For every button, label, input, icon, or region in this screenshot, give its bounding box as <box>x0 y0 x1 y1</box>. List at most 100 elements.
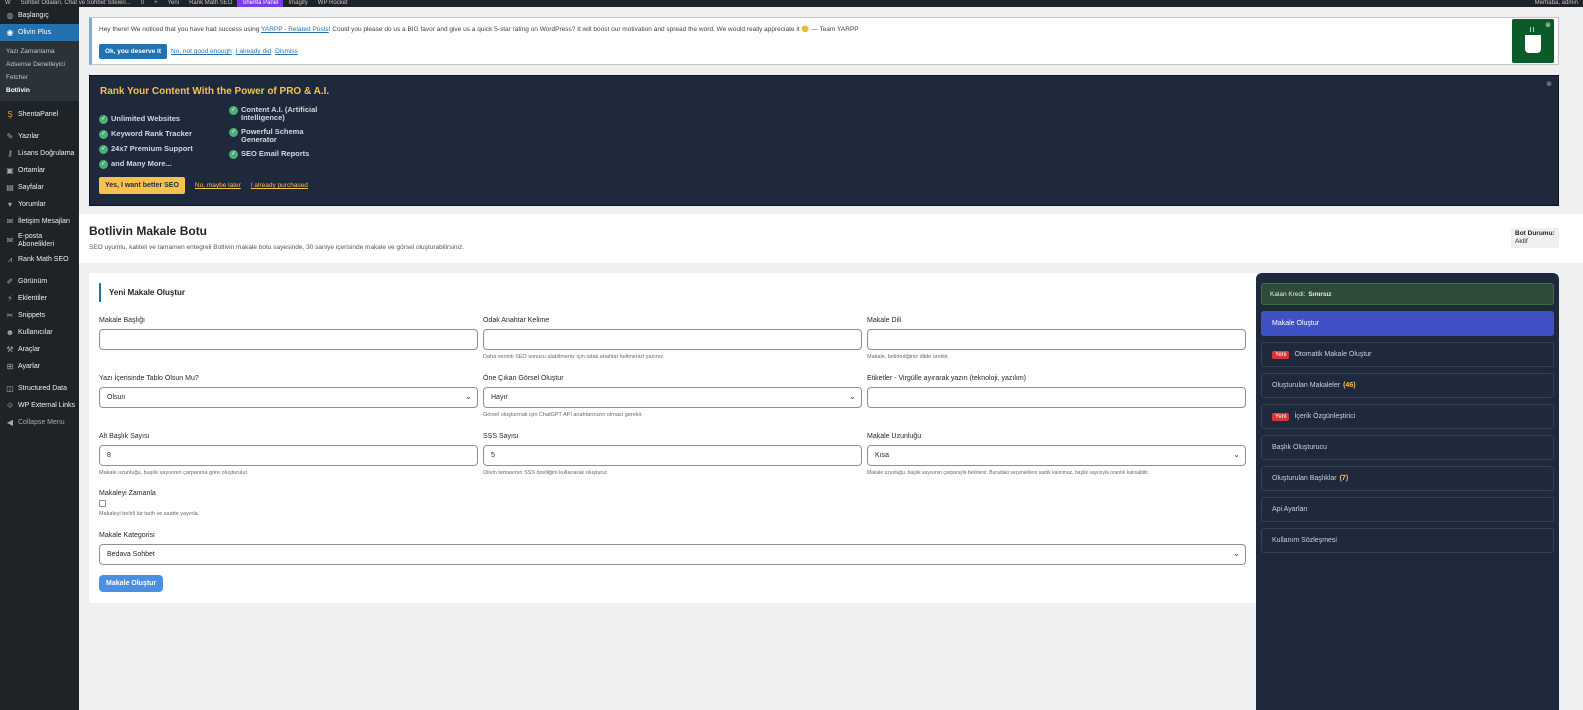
include-table-select[interactable]: Olsun ⌄ <box>99 387 478 408</box>
submenu-item-adsense[interactable]: Adsense Denetleyici <box>0 58 79 71</box>
field-article-title: Makale Başlığı <box>99 317 478 350</box>
submenu-item-scheduler[interactable]: Yazı Zamanlama <box>0 45 79 58</box>
field-hint: Makale uzunluğu, başlık sayısının çarpan… <box>99 470 249 476</box>
field-label: SSS Sayısı <box>483 433 519 440</box>
yarpp-dismiss-link[interactable]: Dismiss <box>275 48 298 55</box>
check-icon: ✓ <box>99 160 108 169</box>
adminbar-wprocket[interactable]: WP Rocket <box>313 0 353 7</box>
nav-create-article[interactable]: Makale Oluştur <box>1261 311 1554 336</box>
sidebar-item-olivin-plus[interactable]: ◉ Olivin Plus <box>0 24 79 41</box>
yarpp-already-did-link[interactable]: I already did <box>236 48 271 55</box>
page-subtitle: SEO uyumlu, kaliteli ve tamamen entegrel… <box>89 244 465 251</box>
nav-created-articles[interactable]: Oluşturulan Makaleler (46) <box>1261 373 1554 398</box>
sidebar-collapse-menu[interactable]: ◀ Collapse Menu <box>0 414 79 431</box>
tags-input[interactable] <box>867 387 1246 408</box>
sidebar-item-label: Yazılar <box>18 133 40 140</box>
subheading-count-input[interactable]: 8 <box>99 445 478 466</box>
sidebar-item-media[interactable]: ▣ Ortamlar <box>0 162 79 179</box>
chevron-down-icon: ⌄ <box>1233 450 1240 459</box>
sidebar-item-label: Başlangıç <box>18 12 49 19</box>
feature-item: ✓ Powerful Schema Generator <box>229 127 304 144</box>
sidebar-item-users[interactable]: ☻ Kullanıcılar <box>0 324 79 341</box>
sidebar-item-label: Ayarlar <box>18 363 41 370</box>
close-icon[interactable]: ⊗ <box>1546 80 1552 88</box>
adminbar-user[interactable]: Merhaba, admin <box>1530 0 1583 7</box>
submenu-item-botlivin[interactable]: Botlivin <box>0 84 79 97</box>
article-language-input[interactable] <box>867 329 1246 350</box>
chevron-down-icon: ⌄ <box>1233 549 1240 558</box>
sidebar-item-plugins[interactable]: ⚡ Eklentiler <box>0 290 79 307</box>
nav-auto-article[interactable]: Yeni Otomatik Makale Oluştur <box>1261 342 1554 367</box>
nav-created-titles[interactable]: Oluşturulan Başlıklar (7) <box>1261 466 1554 491</box>
field-faq-count: SSS Sayısı 5 Olivin temasının SSS özelli… <box>483 433 862 476</box>
sidebar-item-comments[interactable]: ▾ Yorumlar <box>0 196 79 213</box>
yarpp-rate-button[interactable]: Ok, you deserve it <box>99 44 167 59</box>
submenu-item-fetcher[interactable]: Fetcher <box>0 71 79 84</box>
yarpp-notice-actions: Ok, you deserve it No, not good enough I… <box>99 44 298 59</box>
sidebar-item-subscriptions[interactable]: ✉ E-posta Abonelikleri <box>0 230 79 251</box>
field-category: Makale Kategorisi Bedava Sohbet ⌄ <box>99 532 1246 565</box>
sidebar-item-snippets[interactable]: ✂ Snippets <box>0 307 79 324</box>
sidebar-item-pages[interactable]: ▤ Sayfalar <box>0 179 79 196</box>
adminbar-site-name[interactable]: Sohbet Odaları, Chat ve Sohbet Siteleri.… <box>16 0 136 7</box>
featured-image-select[interactable]: Hayır ⌄ <box>483 387 862 408</box>
field-label: Makale Uzunluğu <box>867 433 922 440</box>
rankmath-features-col2: ✓ Content A.I. (Artificial Intelligence) … <box>229 106 339 163</box>
pages-icon: ▤ <box>6 183 14 192</box>
adminbar-shenta[interactable]: Shenta Panel <box>237 0 284 7</box>
sidebar-item-dashboard[interactable]: ◍ Başlangıç <box>0 7 79 24</box>
close-icon[interactable]: ⊗ <box>1545 21 1551 29</box>
feature-item: ✓ and Many More... <box>99 159 172 169</box>
sidebar-item-messages[interactable]: ✉ İletişim Mesajları <box>0 213 79 230</box>
sidebar-item-rankmath[interactable]: ⩘ Rank Math SEO <box>0 251 79 268</box>
dashboard-icon: ◍ <box>6 11 14 20</box>
field-article-length: Makale Uzunluğu Kısa ⌄ Makale uzunluğu, b… <box>867 433 1246 476</box>
sidebar-item-label: Structured Data <box>18 385 68 392</box>
yarpp-text-after: ! Could you please do us a BIG favor and… <box>328 26 859 33</box>
faq-count-input[interactable]: 5 <box>483 445 862 466</box>
check-icon: ✓ <box>99 130 108 139</box>
comment-icon: ▾ <box>7 200 12 209</box>
schedule-checkbox[interactable] <box>99 500 106 507</box>
wp-logo-icon[interactable]: W <box>0 0 16 7</box>
sidebar-item-tools[interactable]: ⚒ Araçlar <box>0 341 79 358</box>
better-seo-button[interactable]: Yes, I want better SEO <box>99 177 185 194</box>
rankmath-promo-notice: Rank Your Content With the Power of PRO … <box>89 75 1559 206</box>
adminbar-new-icon[interactable]: + <box>149 0 163 7</box>
adminbar-rankmath[interactable]: Rank Math SEO <box>184 0 237 7</box>
mail-icon: ✉ <box>6 217 14 226</box>
check-icon: ✓ <box>99 115 108 124</box>
yarpp-not-good-link[interactable]: No, not good enough <box>171 48 232 55</box>
field-hint: Görsel oluşturmak için ChatGPT API anaht… <box>483 412 643 418</box>
category-select[interactable]: Bedava Sohbet ⌄ <box>99 544 1246 565</box>
credit-box: Kalan Kredi: Sınırsız <box>1261 283 1554 305</box>
sidebar-item-license[interactable]: ⚷ Lisans Doğrulama <box>0 145 79 162</box>
already-purchased-link[interactable]: I already purchased <box>251 182 308 189</box>
create-article-button[interactable]: Makale Oluştur <box>99 575 164 592</box>
adminbar-comments[interactable]: 0 <box>136 0 149 7</box>
sidebar-item-shentapanel[interactable]: Ş ShentaPanel <box>0 106 79 123</box>
key-icon: ⚷ <box>7 149 13 158</box>
field-tags: Etiketler - Virgülle ayırarak yazın (tek… <box>867 375 1246 408</box>
mail-icon: ✉ <box>6 235 14 245</box>
focus-keyword-input[interactable] <box>483 329 862 350</box>
adminbar-new[interactable]: Yeni <box>163 0 184 7</box>
nav-terms-of-use[interactable]: Kullanım Sözleşmesi <box>1261 528 1554 553</box>
field-label: Makale Kategorisi <box>99 532 155 539</box>
nav-title-generator[interactable]: Başlık Oluşturucu <box>1261 435 1554 460</box>
maybe-later-link[interactable]: No, maybe later <box>195 182 241 189</box>
page-header: Botlivin Makale Botu SEO uyumlu, kalitel… <box>79 214 1583 263</box>
article-title-input[interactable] <box>99 329 478 350</box>
nav-api-settings[interactable]: Api Ayarları <box>1261 497 1554 522</box>
sidebar-item-settings[interactable]: ⊞ Ayarlar <box>0 358 79 375</box>
yarpp-plugin-link[interactable]: YARPP - Related Posts <box>261 26 329 33</box>
sidebar-item-structured-data[interactable]: ◫ Structured Data <box>0 380 79 397</box>
sidebar-item-external-links[interactable]: ⟐ WP External Links <box>0 397 79 414</box>
adminbar-imagify[interactable]: Imagify <box>283 0 312 7</box>
sidebar-item-posts[interactable]: ✎ Yazılar <box>0 128 79 145</box>
sidebar-item-appearance[interactable]: ✐ Görünüm <box>0 273 79 290</box>
nav-content-rewriter[interactable]: Yeni İçerik Özgünleştirici <box>1261 404 1554 429</box>
wrench-icon: ⚒ <box>6 345 14 354</box>
coffee-cup-icon <box>1525 35 1541 53</box>
article-length-select[interactable]: Kısa ⌄ <box>867 445 1246 466</box>
